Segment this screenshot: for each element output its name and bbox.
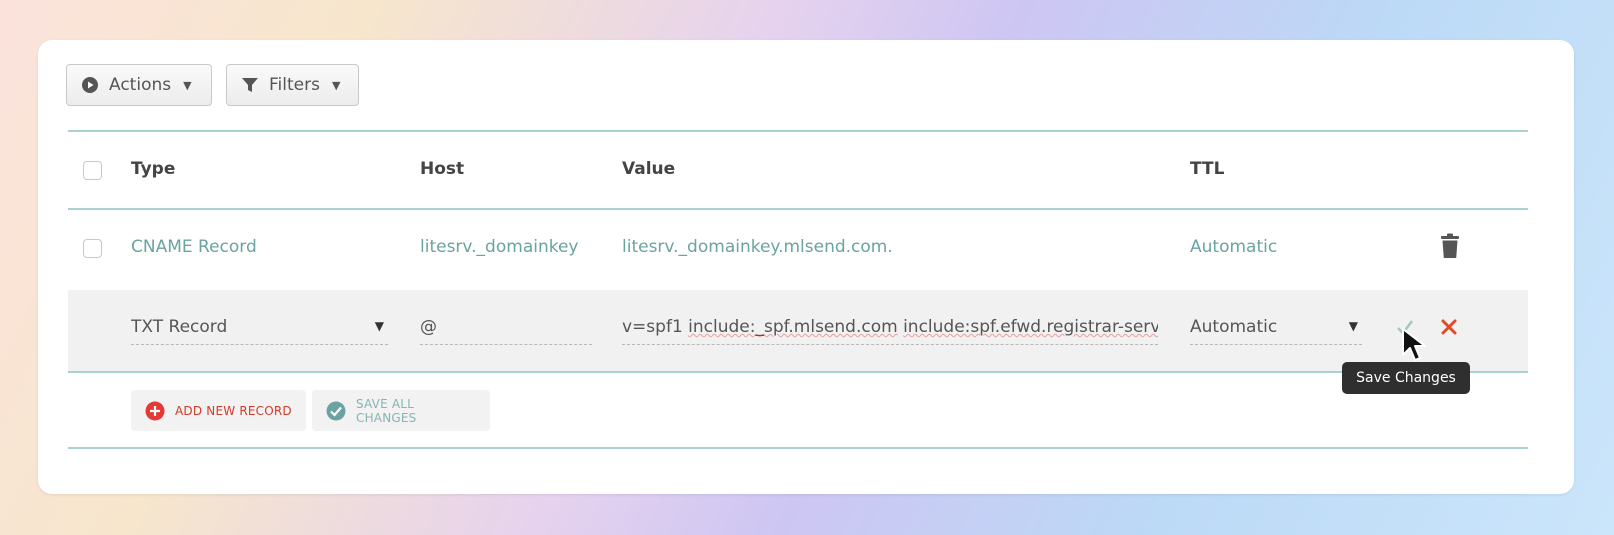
mouse-pointer-icon: [1400, 327, 1434, 367]
cancel-edit-close-icon[interactable]: [1440, 318, 1458, 340]
actions-label: Actions: [109, 75, 172, 95]
caret-down-icon: ▼: [1348, 319, 1358, 333]
table-top-divider: [68, 130, 1528, 132]
plus-circle-icon: [145, 401, 165, 421]
table-bottom-divider: [68, 447, 1528, 449]
record-host: litesrv._domainkey: [420, 237, 579, 257]
ttl-select[interactable]: Automatic ▼: [1190, 317, 1362, 345]
value-input-word: include:spf.efwd.registrar-servers: [903, 317, 1158, 337]
record-value: litesrv._domainkey.mlsend.com.: [622, 237, 893, 257]
trash-icon[interactable]: [1440, 233, 1460, 263]
column-header-value: Value: [622, 159, 676, 179]
add-new-record-label: ADD NEW RECORD: [175, 403, 292, 418]
host-input[interactable]: @: [420, 317, 592, 345]
add-new-record-button[interactable]: ADD NEW RECORD: [131, 390, 306, 431]
caret-down-icon: ▼: [183, 78, 192, 92]
select-all-checkbox[interactable]: [83, 161, 102, 180]
column-header-ttl: TTL: [1190, 159, 1225, 179]
column-header-host: Host: [420, 159, 465, 179]
row-checkbox[interactable]: [83, 239, 102, 258]
record-ttl: Automatic: [1190, 237, 1278, 257]
check-circle-icon: [326, 401, 346, 421]
save-all-changes-label: SAVE ALL CHANGES: [356, 396, 417, 425]
value-input-word: include:_spf.mlsend.com: [688, 317, 898, 337]
header-divider: [68, 208, 1528, 210]
record-type-select[interactable]: TXT Record ▼: [131, 317, 388, 345]
rows-bottom-divider: [68, 371, 1528, 373]
ttl-select-value: Automatic: [1190, 317, 1278, 337]
filter-icon: [241, 76, 259, 94]
host-input-value: @: [420, 317, 437, 337]
save-all-changes-button[interactable]: SAVE ALL CHANGES: [312, 390, 490, 431]
value-input-prefix: v=spf1: [622, 317, 689, 337]
play-circle-icon: [81, 76, 99, 94]
caret-down-icon: ▼: [374, 319, 384, 333]
dns-records-panel: Actions ▼ Filters ▼ Type Host Value TTL …: [38, 40, 1574, 494]
caret-down-icon: ▼: [331, 78, 341, 92]
record-type-select-value: TXT Record: [131, 317, 228, 337]
record-type: CNAME Record: [131, 237, 257, 257]
filters-label: Filters: [269, 75, 320, 95]
tooltip-text: Save Changes: [1356, 370, 1456, 386]
column-header-type: Type: [131, 159, 176, 179]
actions-dropdown-button[interactable]: Actions ▼: [66, 64, 212, 106]
value-input[interactable]: v=spf1 include:_spf.mlsend.com include:s…: [622, 317, 1158, 345]
filters-dropdown-button[interactable]: Filters ▼: [226, 64, 359, 106]
